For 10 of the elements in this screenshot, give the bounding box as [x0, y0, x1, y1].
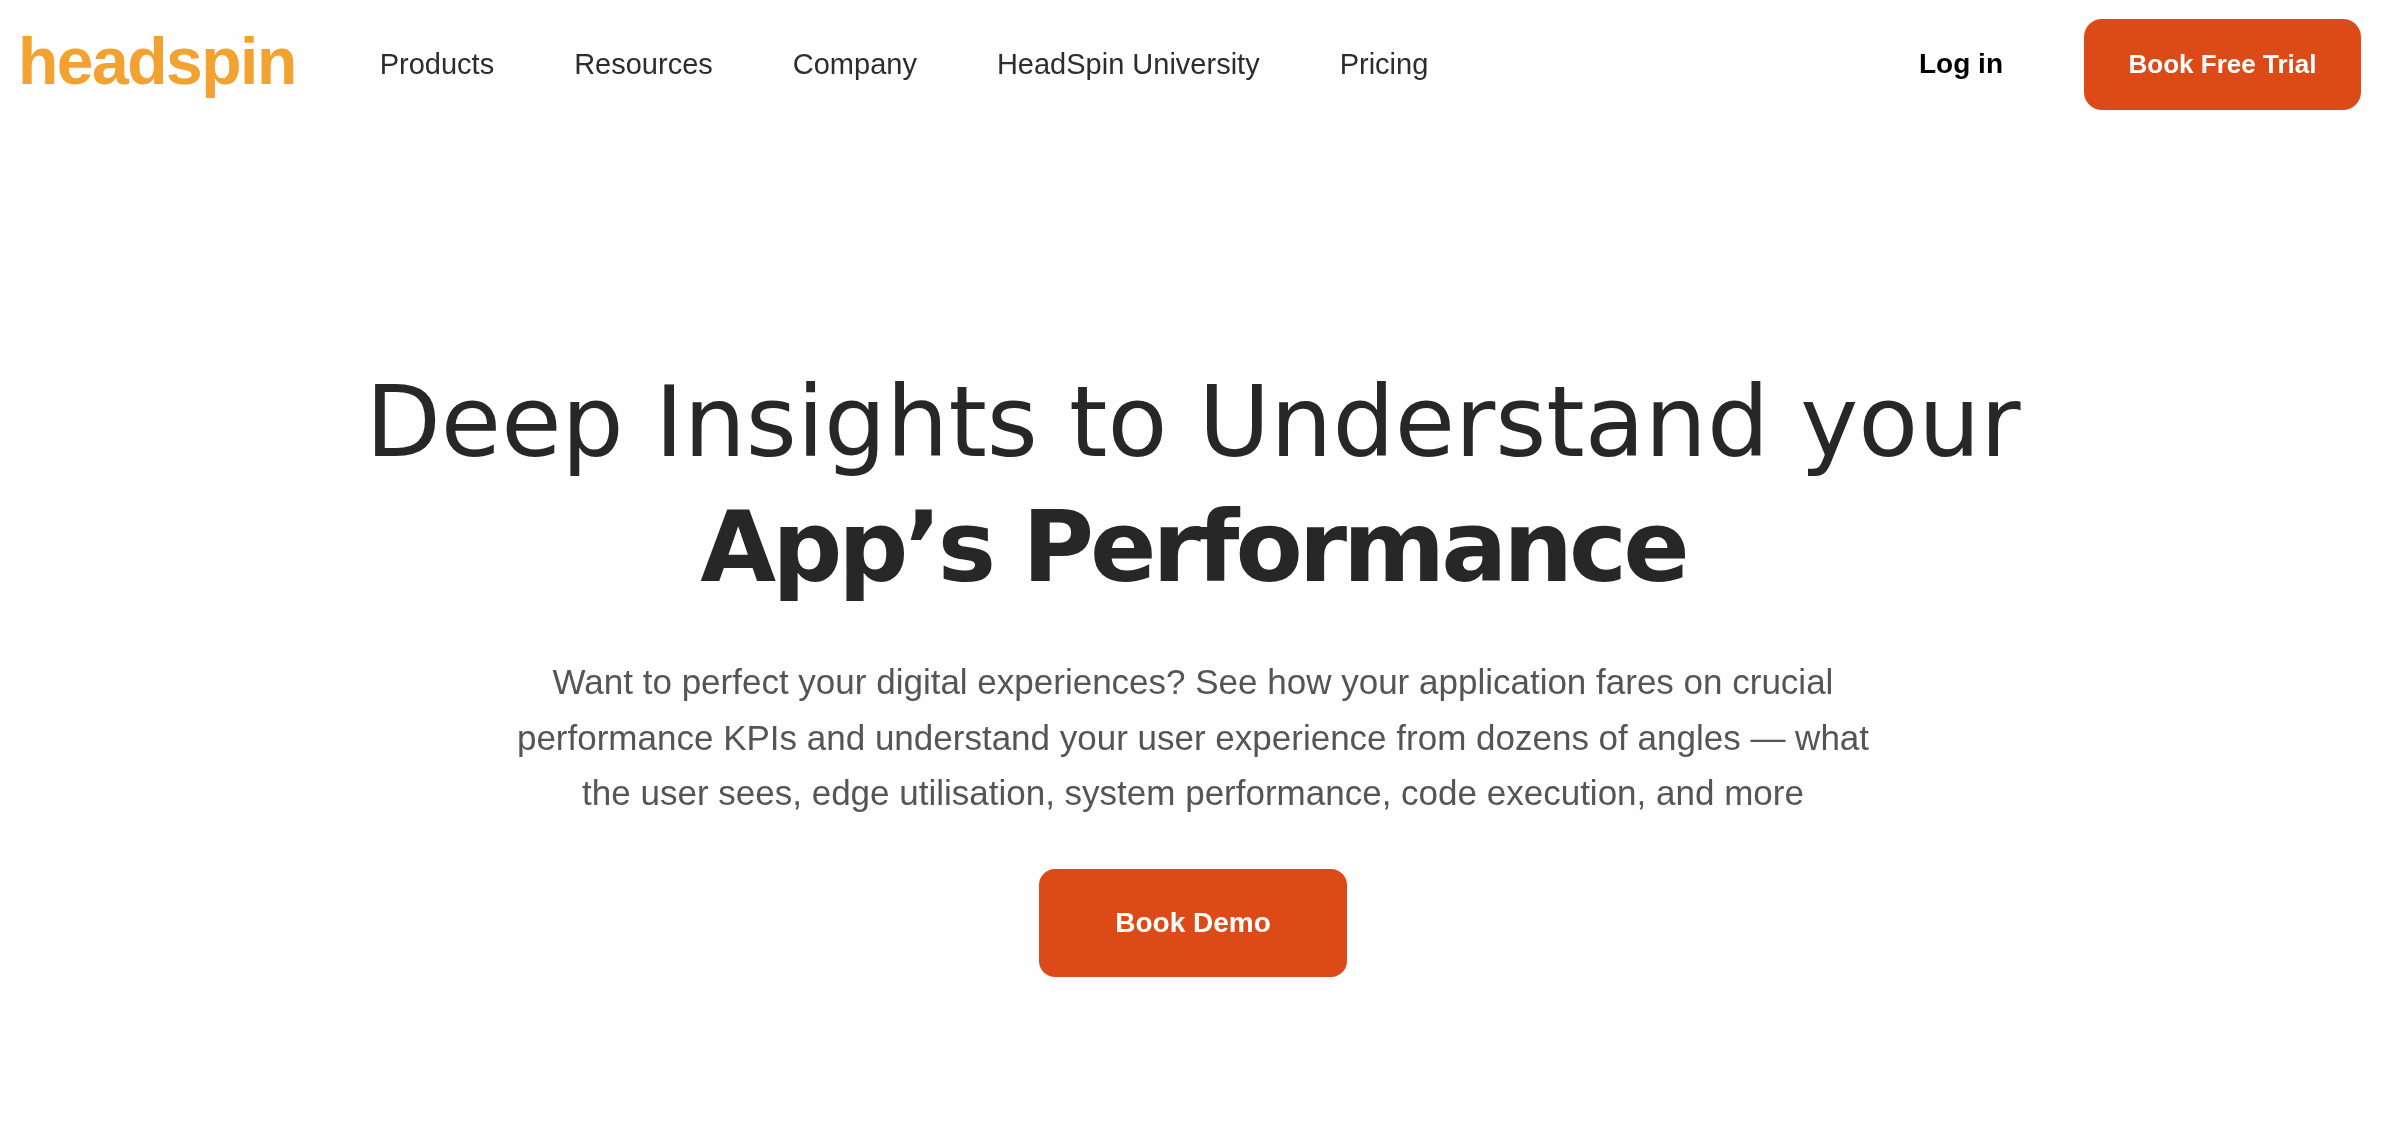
book-trial-button[interactable]: Book Free Trial	[2084, 18, 2361, 110]
nav-link[interactable]: Resources	[574, 47, 713, 81]
hero-headline: Deep Insights to Understand your App’s Performance	[365, 364, 2021, 606]
hero-description: Want to perfect your digital experiences? See how your application fares on crucial performance KPIs and understand your user experience from dozens of angles — what the user sees, edge utilisation, system performance, code execution, and more	[515, 661, 1871, 815]
login-link[interactable]: Log in	[1919, 48, 2003, 80]
book-demo-button[interactable]: Book Demo	[1039, 868, 1347, 977]
nav-link[interactable]: Company	[792, 47, 917, 81]
nav-link[interactable]: HeadSpin University	[996, 47, 1260, 81]
nav-link[interactable]: Pricing	[1339, 47, 1429, 81]
nav-link[interactable]: Products	[379, 47, 495, 81]
